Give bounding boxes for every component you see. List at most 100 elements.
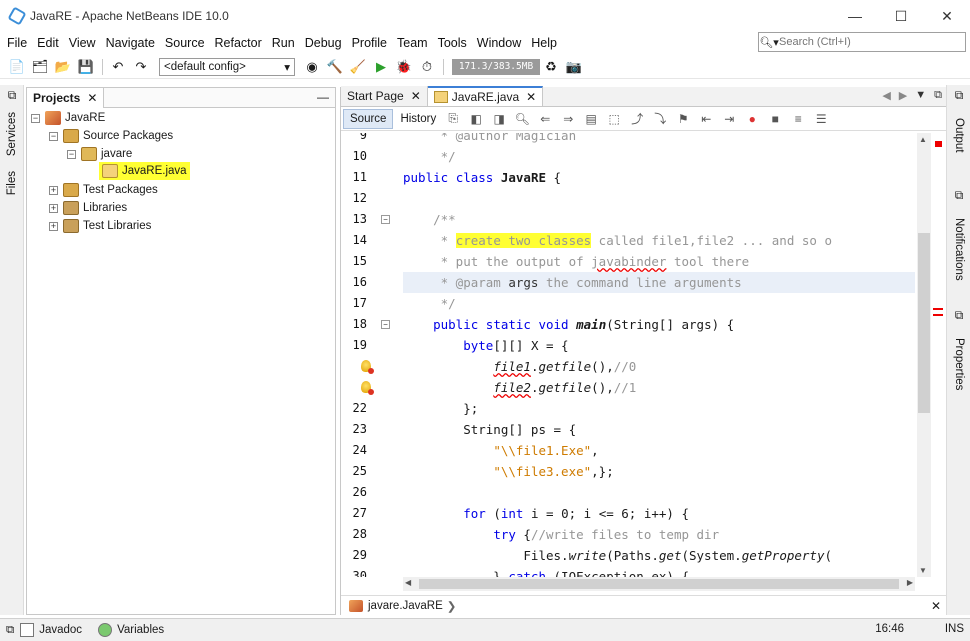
vertical-scrollbar[interactable]: ▲ ▼ <box>917 133 931 577</box>
tab-javare-java[interactable]: JavaRE.java ✕ <box>427 86 544 106</box>
insert-mode[interactable]: INS <box>945 623 964 635</box>
next-bookmark-icon[interactable]: ⤵ <box>650 110 670 128</box>
debug-icon[interactable]: 🐞 <box>393 57 415 77</box>
close-icon[interactable]: ✕ <box>526 90 536 104</box>
code-area[interactable]: * @author Magician */public class JavaRE… <box>403 133 915 577</box>
shift-right-icon[interactable]: ⇥ <box>719 110 739 128</box>
history-mode-button[interactable]: History <box>393 109 443 129</box>
error-marker[interactable] <box>933 314 943 316</box>
code-line[interactable] <box>403 482 915 503</box>
menu-file[interactable]: File <box>2 36 32 50</box>
select-rect-icon[interactable]: ⬚ <box>604 110 624 128</box>
find-next-icon[interactable]: ⇒ <box>558 110 578 128</box>
tree-node-source-packages[interactable]: − Source Packages <box>49 127 173 145</box>
tree-node-java-file[interactable]: JavaRE.java <box>99 162 190 180</box>
code-line[interactable]: */ <box>403 293 915 314</box>
restore-icon[interactable]: ⧉ <box>947 307 970 323</box>
clean-build-icon[interactable]: 🧹 <box>347 57 369 77</box>
config-select[interactable]: <default config> ▾ <box>159 57 295 76</box>
menu-debug[interactable]: Debug <box>300 36 347 50</box>
last-edit-icon[interactable]: ⎘ <box>443 110 463 128</box>
code-line[interactable] <box>403 188 915 209</box>
menu-view[interactable]: View <box>64 36 101 50</box>
minimize-panel-icon[interactable]: — <box>317 90 329 104</box>
minimize-button[interactable]: — <box>832 0 878 32</box>
maximize-button[interactable]: ☐ <box>878 0 924 32</box>
scroll-right-icon[interactable]: ▶ <box>907 578 913 587</box>
chevron-left-icon[interactable]: ◀ <box>882 89 890 102</box>
search-input[interactable] <box>779 36 959 48</box>
menu-team[interactable]: Team <box>392 36 433 50</box>
hint-bulb-icon[interactable] <box>361 360 374 374</box>
comment-icon[interactable]: ≡ <box>788 110 808 128</box>
error-marker[interactable] <box>935 141 942 147</box>
code-line[interactable]: file2.getfile(),//1 <box>403 377 915 398</box>
menu-profile[interactable]: Profile <box>347 36 392 50</box>
gc-icon[interactable]: ♻ <box>540 57 562 77</box>
files-tab[interactable]: Files <box>0 165 24 201</box>
projects-tab[interactable]: Projects ✕ <box>27 87 105 108</box>
notifications-tab[interactable]: Notifications <box>947 207 970 291</box>
scroll-down-icon[interactable]: ▼ <box>919 566 927 575</box>
scroll-up-icon[interactable]: ▲ <box>919 135 927 144</box>
code-line[interactable]: String[] ps = { <box>403 419 915 440</box>
code-line[interactable]: * @author Magician <box>403 133 915 146</box>
snapshot-icon[interactable]: 📷 <box>563 57 585 77</box>
start-macro-icon[interactable]: ● <box>742 110 762 128</box>
code-line[interactable]: Files.write(Paths.get(System.getProperty… <box>403 545 915 566</box>
undo-icon[interactable]: ↶ <box>107 57 129 77</box>
variables-tab[interactable]: Variables <box>98 623 164 637</box>
tree-node-test-libraries[interactable]: + Test Libraries <box>49 217 151 235</box>
code-line[interactable]: for (int i = 0; i <= 6; i++) { <box>403 503 915 524</box>
code-line[interactable]: public static void main(String[] args) { <box>403 314 915 335</box>
uncomment-icon[interactable]: ☰ <box>811 110 831 128</box>
restore-icon[interactable]: ⧉ <box>947 187 970 203</box>
toggle-highlight-icon[interactable]: ▤ <box>581 110 601 128</box>
search-box[interactable]: 🔍︎▾ <box>758 32 966 52</box>
run-icon[interactable]: ▶ <box>370 57 392 77</box>
code-line[interactable]: } catch (IOException ex) { <box>403 566 915 577</box>
source-mode-button[interactable]: Source <box>343 108 394 129</box>
prev-bookmark-icon[interactable]: ⤴ <box>627 110 647 128</box>
collapse-icon[interactable]: − <box>31 113 40 123</box>
scroll-thumb[interactable] <box>419 579 899 589</box>
toggle-bookmark-icon[interactable]: ⚑ <box>673 110 693 128</box>
code-line[interactable]: * @param args the command line arguments <box>403 272 915 293</box>
open-project-icon[interactable]: 📂 <box>52 57 74 77</box>
expand-icon[interactable]: + <box>49 185 58 195</box>
restore-icon[interactable]: ⧉ <box>6 624 14 637</box>
menu-navigate[interactable]: Navigate <box>101 36 160 50</box>
chevron-down-icon[interactable]: ▼ <box>915 89 926 102</box>
close-icon[interactable]: ✕ <box>87 91 97 105</box>
code-line[interactable]: public class JavaRE { <box>403 167 915 188</box>
code-line[interactable]: file1.getfile(),//0 <box>403 356 915 377</box>
expand-icon[interactable]: + <box>49 221 58 231</box>
code-line[interactable]: byte[][] X = { <box>403 335 915 356</box>
properties-tab[interactable]: Properties <box>947 329 970 399</box>
code-line[interactable]: "\\file1.Exe", <box>403 440 915 461</box>
collapse-icon[interactable]: − <box>49 131 58 141</box>
tab-start-page[interactable]: Start Page ✕ <box>341 86 428 106</box>
tree-node-project[interactable]: − JavaRE <box>31 109 105 127</box>
menu-run[interactable]: Run <box>267 36 300 50</box>
code-line[interactable]: "\\file3.exe",}; <box>403 461 915 482</box>
close-icon[interactable]: ✕ <box>931 599 941 613</box>
javadoc-tab[interactable]: Javadoc <box>20 623 82 637</box>
code-line[interactable]: * put the output of javabinder tool ther… <box>403 251 915 272</box>
tree-node-libraries[interactable]: + Libraries <box>49 199 127 217</box>
shift-left-icon[interactable]: ⇤ <box>696 110 716 128</box>
build-icon[interactable]: 🔨 <box>324 57 346 77</box>
menu-refactor[interactable]: Refactor <box>210 36 267 50</box>
menu-help[interactable]: Help <box>526 36 562 50</box>
fold-icon[interactable]: − <box>381 320 390 329</box>
close-window-button[interactable]: ✕ <box>924 0 970 32</box>
restore-icon[interactable]: ⧉ <box>0 87 24 103</box>
scroll-left-icon[interactable]: ◀ <box>405 578 411 587</box>
menu-tools[interactable]: Tools <box>433 36 472 50</box>
code-line[interactable]: */ <box>403 146 915 167</box>
new-project-icon[interactable]: 🗂 <box>29 57 51 77</box>
find-previous-icon[interactable]: ⇐ <box>535 110 555 128</box>
output-tab[interactable]: Output <box>947 107 970 163</box>
restore-icon[interactable]: ⧉ <box>947 87 970 103</box>
menu-edit[interactable]: Edit <box>32 36 64 50</box>
